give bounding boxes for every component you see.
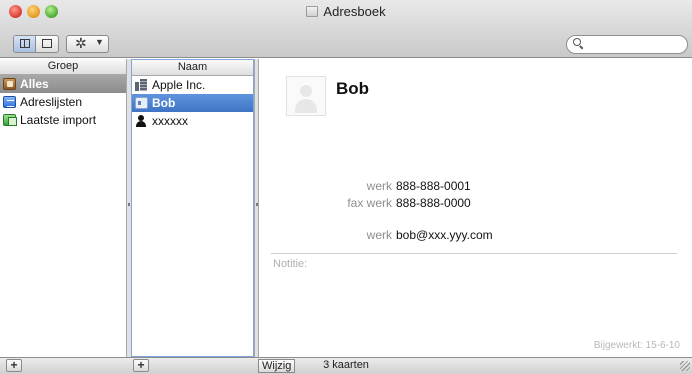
address-book-icon (3, 78, 16, 90)
updated-timestamp: Bijgewerkt: 15-6-10 (593, 340, 680, 351)
card-view-icon (42, 39, 52, 48)
window-title: Adresboek (0, 4, 692, 19)
note-divider (271, 253, 677, 254)
company-icon (135, 79, 148, 91)
splitter-grip[interactable] (128, 203, 130, 206)
view-card-button[interactable] (36, 36, 58, 52)
group-item-laatste-import[interactable]: Laatste import (0, 111, 126, 129)
card-count: 3 kaarten (323, 359, 369, 371)
note-field[interactable]: Notitie: (273, 258, 307, 270)
title-toolbar: Adresboek ✲ ▼ (0, 0, 692, 58)
view-selector (13, 35, 59, 53)
chevron-down-icon: ▼ (95, 37, 104, 47)
names-column: Naam Apple Inc. Bob xxxxxx (131, 59, 254, 357)
names-header[interactable]: Naam (132, 60, 253, 76)
field-value: 888-888-0000 (396, 196, 471, 210)
name-item-apple[interactable]: Apple Inc. (132, 76, 253, 94)
groups-header[interactable]: Groep (0, 59, 126, 75)
contact-card: Bob werk 888-888-0001 fax werk 888-888-0… (259, 59, 692, 357)
person-icon (135, 115, 148, 127)
contact-photo[interactable] (286, 76, 326, 116)
import-icon (3, 114, 17, 126)
phone-field: werk 888-888-0001 (259, 179, 692, 195)
search-icon (573, 38, 583, 48)
group-item-adreslijsten[interactable]: Adreslijsten (0, 93, 126, 111)
contact-name: Bob (336, 79, 370, 98)
view-columns-button[interactable] (14, 36, 36, 52)
name-item-xxxxxx[interactable]: xxxxxx (132, 112, 253, 130)
card-icon (135, 97, 148, 109)
search-field[interactable] (566, 35, 688, 54)
resize-grip-icon[interactable] (680, 361, 690, 371)
group-label: Laatste import (20, 113, 97, 127)
groups-column: Groep Alles Adreslijsten Laatste import (0, 59, 127, 357)
address-book-window: Adresboek ✲ ▼ Groep Alles Adreslijsten L… (0, 0, 692, 374)
name-label: Bob (152, 96, 176, 110)
name-label: Apple Inc. (152, 78, 206, 92)
group-item-alles[interactable]: Alles (0, 75, 126, 93)
action-menu-button[interactable]: ✲ ▼ (66, 35, 109, 53)
field-label[interactable]: werk (367, 179, 392, 193)
field-label[interactable]: fax werk (347, 196, 392, 210)
group-label: Alles (20, 77, 49, 91)
list-icon (3, 96, 16, 108)
name-label: xxxxxx (152, 114, 188, 128)
gear-icon: ✲ (75, 35, 87, 51)
field-value[interactable]: bob@xxx.yyy.com (396, 228, 493, 242)
field-value: 888-888-0001 (396, 179, 471, 193)
bottom-bar: + + Wijzig 3 kaarten (0, 357, 692, 374)
splitter-grip[interactable] (256, 203, 258, 206)
fax-field: fax werk 888-888-0000 (259, 196, 692, 212)
group-label: Adreslijsten (20, 95, 83, 109)
columns-view-icon (20, 39, 30, 48)
window-title-text: Adresboek (323, 4, 386, 19)
name-item-bob[interactable]: Bob (132, 94, 253, 112)
email-field: werk bob@xxx.yyy.com (259, 228, 692, 244)
address-book-icon (306, 6, 319, 17)
field-label[interactable]: werk (367, 228, 392, 242)
